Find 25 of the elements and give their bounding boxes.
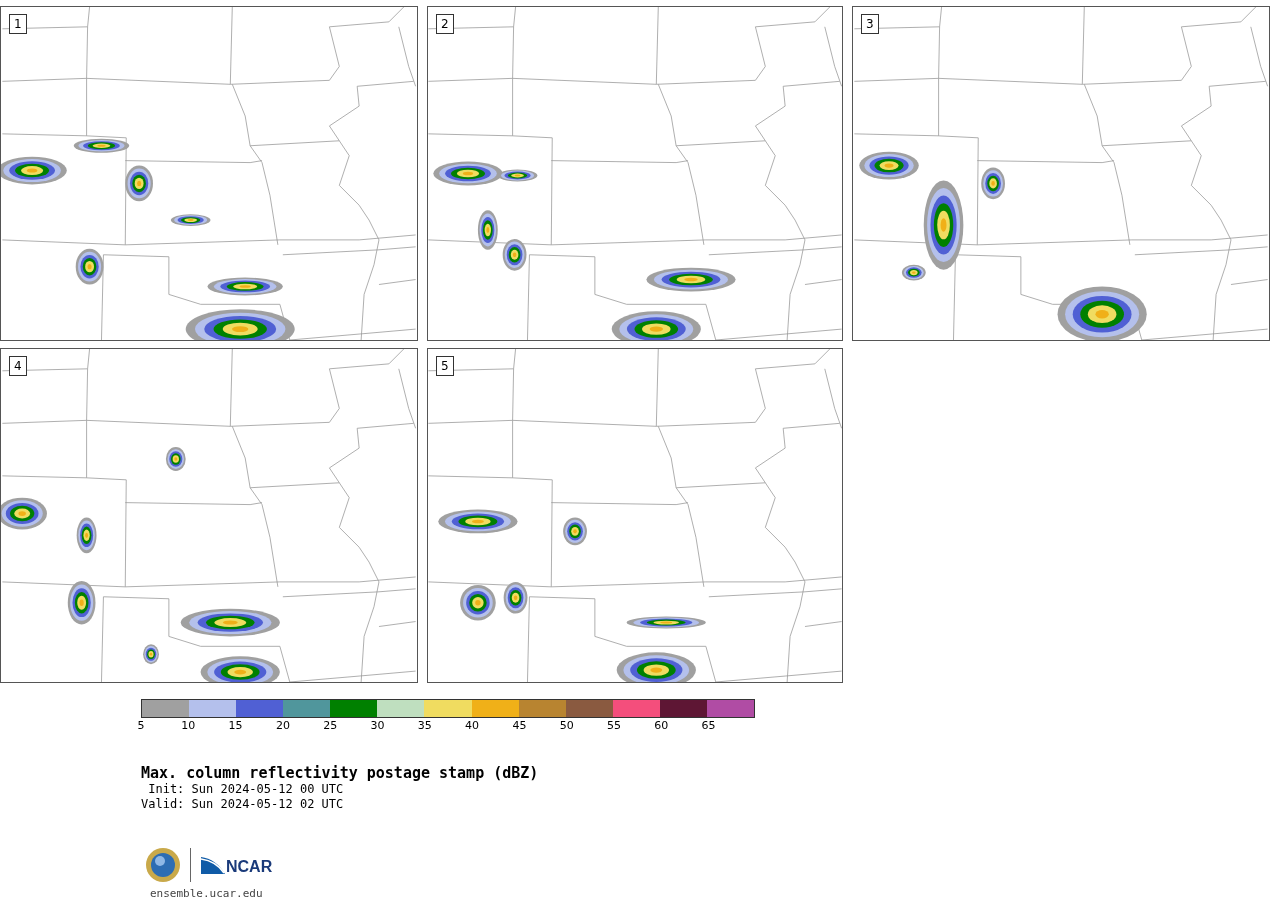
swoosh-logo-icon xyxy=(200,855,226,875)
tick-label: 55 xyxy=(607,719,621,732)
panel-number: 2 xyxy=(436,14,454,34)
panel-number: 4 xyxy=(9,356,27,376)
site-url: ensemble.ucar.edu xyxy=(150,887,264,900)
tick-label: 50 xyxy=(559,719,574,732)
tick-label: 40 xyxy=(465,719,480,732)
tick-label: 45 xyxy=(512,719,527,732)
tick-label: 30 xyxy=(370,719,385,732)
tick-label: 5 xyxy=(137,719,145,732)
panel-number: 3 xyxy=(861,14,879,34)
valid-time: Valid: Sun 2024-05-12 02 UTC xyxy=(141,797,345,812)
seal-logo-icon xyxy=(145,847,181,883)
tick-label: 25 xyxy=(323,719,338,732)
tick-label: 20 xyxy=(275,719,290,732)
tick-label: 60 xyxy=(654,719,669,732)
logo-text: NCAR xyxy=(226,858,273,876)
tick-label: 35 xyxy=(417,719,432,732)
panel-number: 5 xyxy=(436,356,454,376)
tick-label: 15 xyxy=(228,719,243,732)
panel-number: 1 xyxy=(9,14,27,34)
init-time: Init: Sun 2024-05-12 00 UTC xyxy=(147,782,345,797)
tick-label: 10 xyxy=(181,719,196,732)
chart-title: Max. column reflectivity postage stamp (dBZ) xyxy=(141,764,540,782)
tick-label: 65 xyxy=(701,719,716,732)
